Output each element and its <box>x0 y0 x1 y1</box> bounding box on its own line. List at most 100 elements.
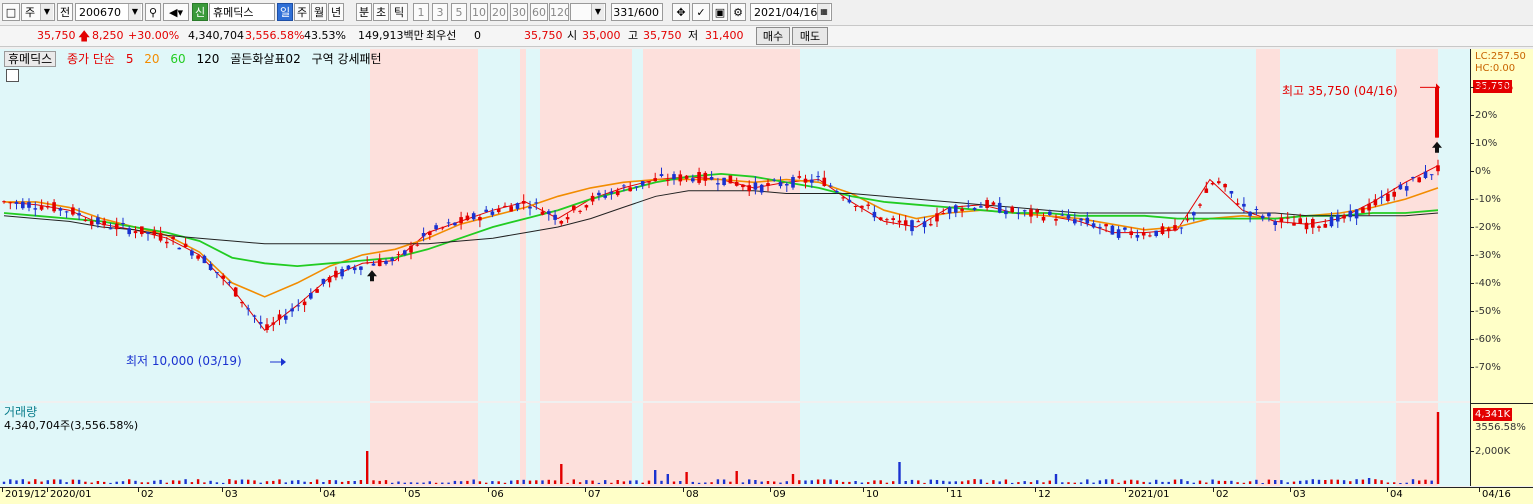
period-second[interactable]: 초 <box>373 3 389 21</box>
candle-body <box>960 208 964 211</box>
x-tick-label: 05 <box>408 489 421 500</box>
volume-bar <box>967 480 970 484</box>
candle-body <box>1417 177 1421 183</box>
candle-body <box>265 324 269 330</box>
candle-body <box>1254 209 1259 210</box>
interval-1[interactable]: 1 <box>413 3 429 21</box>
x-tick <box>585 488 586 492</box>
buy-button[interactable]: 매수 <box>756 27 790 45</box>
date-input[interactable]: 2021/04/16 ▦ <box>750 3 832 21</box>
period-tick[interactable]: 틱 <box>390 3 408 21</box>
zone-band <box>643 49 800 401</box>
candle-body <box>190 250 194 256</box>
candle-body <box>503 205 507 207</box>
volume-bar <box>203 482 206 484</box>
candle-body <box>58 208 63 211</box>
interval-30[interactable]: 30 <box>510 3 528 21</box>
search-icon[interactable]: ⚲ <box>145 3 161 21</box>
date-value: 2021/04/16 <box>754 6 818 19</box>
volume-bar <box>1079 482 1083 484</box>
volume-bar <box>547 479 550 484</box>
volume-bar <box>153 480 156 484</box>
volume-bar <box>1361 479 1365 484</box>
period-type-select[interactable]: 주 ▼ <box>21 3 55 21</box>
volume-bar <box>935 480 939 484</box>
x-tick-label: 08 <box>686 489 699 500</box>
interval-60[interactable]: 60 <box>530 3 548 21</box>
volume-bar <box>610 482 613 484</box>
candle-body <box>1179 227 1184 229</box>
y-tick-label: 0% <box>1475 166 1491 178</box>
candle-body <box>622 185 626 187</box>
period-monthly[interactable]: 월 <box>311 3 327 21</box>
zone-band <box>540 403 632 486</box>
volume-bar <box>1148 482 1152 484</box>
interval-3[interactable]: 3 <box>432 3 448 21</box>
x-tick <box>138 488 139 492</box>
volume-bar <box>785 481 788 484</box>
volume-bar <box>178 480 181 484</box>
volume-bar <box>472 479 475 484</box>
candle-body <box>678 174 683 182</box>
layout-icon[interactable]: □ <box>2 3 20 21</box>
candle-body <box>1210 183 1215 185</box>
candle-body <box>903 220 908 226</box>
save-icon[interactable]: ▣ <box>712 3 728 21</box>
candle-body <box>1029 209 1033 217</box>
candle-body <box>916 221 921 223</box>
interval-input[interactable]: ▼ <box>570 3 606 21</box>
candle-body <box>459 217 463 224</box>
period-daily[interactable]: 일 <box>277 3 293 21</box>
volume-bar <box>685 472 688 484</box>
grid-icon[interactable] <box>6 69 19 82</box>
x-tick-label: 2020/01 <box>50 489 92 500</box>
candle-body <box>315 289 319 293</box>
candle-body <box>1317 226 1321 228</box>
interval-10[interactable]: 10 <box>470 3 488 21</box>
interval-120[interactable]: 120 <box>549 3 569 21</box>
candle-body <box>221 275 225 279</box>
volume-bar <box>1011 482 1014 484</box>
period-yearly[interactable]: 년 <box>328 3 344 21</box>
volume-bar <box>359 480 363 484</box>
candle-body <box>434 225 438 230</box>
candle-body <box>1242 203 1246 207</box>
volume-bar <box>553 480 557 484</box>
prev-button[interactable]: 전 <box>57 3 73 21</box>
draw-tool-icon[interactable]: ✓ <box>692 3 710 21</box>
period-weekly[interactable]: 주 <box>294 3 310 21</box>
volume-bar <box>904 481 907 484</box>
volume-bar <box>1267 479 1271 484</box>
candle-body <box>446 222 451 224</box>
candle-body <box>1342 215 1346 219</box>
interval-20[interactable]: 20 <box>490 3 508 21</box>
chart-settings-icon[interactable]: ✥ <box>672 3 690 21</box>
volume-bar <box>228 479 231 484</box>
candle-body <box>759 184 764 193</box>
legend-signal: 골든화살표02 <box>230 52 301 66</box>
sound-icon[interactable]: ◀▾ <box>163 3 189 21</box>
candle-body <box>302 301 307 306</box>
volume-chart[interactable]: 거래량 4,340,704주(3,556.58%) <box>0 403 1470 486</box>
interval-5[interactable]: 5 <box>451 3 467 21</box>
period-minute[interactable]: 분 <box>356 3 372 21</box>
legend-ma60: 60 <box>170 52 186 66</box>
candle-body <box>816 176 820 178</box>
stock-code-input[interactable]: 200670 ▼ <box>75 3 143 21</box>
candle-body <box>772 179 776 181</box>
volume-bar <box>1192 482 1195 484</box>
volume-bar <box>1355 479 1358 484</box>
price-chart[interactable]: 휴메딕스 종가 단순 5 20 60 120 골든화살표02 구역 강세패턴 최… <box>0 49 1470 401</box>
candle-body <box>478 217 482 221</box>
price-chart-canvas <box>2 49 1442 401</box>
candle-body <box>2 201 6 203</box>
chevron-down-icon: ▼ <box>591 4 604 20</box>
volume-bar <box>635 480 638 484</box>
volume-bar <box>841 481 845 484</box>
volume-bar <box>184 479 187 484</box>
gear-icon[interactable]: ⚙ <box>730 3 746 21</box>
candle-body <box>377 259 382 267</box>
volume-bar <box>1393 482 1396 484</box>
volume-bar <box>691 481 694 484</box>
sell-button[interactable]: 매도 <box>792 27 828 45</box>
